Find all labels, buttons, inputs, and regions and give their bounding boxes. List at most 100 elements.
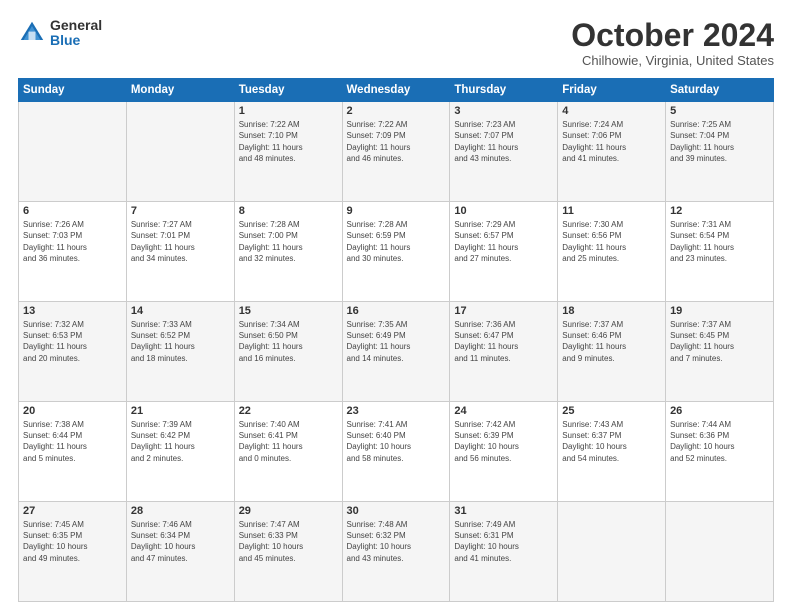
table-row: 28Sunrise: 7:46 AM Sunset: 6:34 PM Dayli…	[126, 502, 234, 602]
day-number: 18	[562, 305, 661, 317]
day-info: Sunrise: 7:28 AM Sunset: 7:00 PM Dayligh…	[239, 219, 338, 264]
table-row: 10 Sunrise: 7:29 AM Sunset: 6:57 PM Dayli…	[450, 202, 558, 302]
calendar-week-row: 6 Sunrise: 7:26 AM Sunset: 7:03 PM Daylig…	[19, 202, 774, 302]
day-number: 16	[347, 305, 446, 317]
col-thursday: Thursday	[450, 79, 558, 102]
table-row	[666, 502, 774, 602]
table-row: 17Sunrise: 7:36 AM Sunset: 6:47 PM Dayli…	[450, 302, 558, 402]
day-info: Sunrise: 7:22 AM Sunset: 7:10 PM Dayligh…	[239, 119, 338, 164]
day-info: Sunrise: 7:44 AM Sunset: 6:36 PM Dayligh…	[670, 419, 769, 464]
table-row: 8 Sunrise: 7:28 AM Sunset: 7:00 PM Daylig…	[234, 202, 342, 302]
day-info: Sunrise: 7:37 AM Sunset: 6:45 PM Dayligh…	[670, 319, 769, 364]
table-row: 11 Sunrise: 7:30 AM Sunset: 6:56 PM Dayli…	[558, 202, 666, 302]
day-number: 24	[454, 405, 553, 417]
day-info: Sunrise: 7:25 AM Sunset: 7:04 PM Dayligh…	[670, 119, 769, 164]
table-row: 16 Sunrise: 7:35 AM Sunset: 6:49 PM Dayli…	[342, 302, 450, 402]
logo-blue-text: Blue	[50, 33, 102, 48]
location: Chilhowie, Virginia, United States	[571, 53, 774, 68]
table-row: 27 Sunrise: 7:45 AM Sunset: 6:35 PM Dayli…	[19, 502, 127, 602]
day-info: Sunrise: 7:36 AM Sunset: 6:47 PM Dayligh…	[454, 319, 553, 364]
day-info: Sunrise: 7:23 AM Sunset: 7:07 PM Dayligh…	[454, 119, 553, 164]
col-monday: Monday	[126, 79, 234, 102]
day-number: 27	[23, 505, 122, 517]
day-info: Sunrise: 7:29 AM Sunset: 6:57 PM Dayligh…	[454, 219, 553, 264]
calendar-header-row: Sunday Monday Tuesday Wednesday Thursday…	[19, 79, 774, 102]
day-number: 9	[347, 205, 446, 217]
day-info: Sunrise: 7:32 AM Sunset: 6:53 PM Dayligh…	[23, 319, 122, 364]
day-number: 28	[131, 505, 230, 517]
day-info: Sunrise: 7:31 AM Sunset: 6:54 PM Dayligh…	[670, 219, 769, 264]
table-row: 22Sunrise: 7:40 AM Sunset: 6:41 PM Dayli…	[234, 402, 342, 502]
col-tuesday: Tuesday	[234, 79, 342, 102]
day-number: 10	[454, 205, 553, 217]
header: General Blue October 2024 Chilhowie, Vir…	[18, 18, 774, 68]
table-row: 26 Sunrise: 7:44 AM Sunset: 6:36 PM Dayli…	[666, 402, 774, 502]
day-number: 22	[239, 405, 338, 417]
day-number: 30	[347, 505, 446, 517]
table-row	[558, 502, 666, 602]
day-info: Sunrise: 7:37 AM Sunset: 6:46 PM Dayligh…	[562, 319, 661, 364]
day-number: 14	[131, 305, 230, 317]
title-block: October 2024 Chilhowie, Virginia, United…	[571, 18, 774, 68]
table-row: 20 Sunrise: 7:38 AM Sunset: 6:44 PM Dayli…	[19, 402, 127, 502]
table-row: 3Sunrise: 7:23 AM Sunset: 7:07 PM Daylig…	[450, 102, 558, 202]
table-row: 13 Sunrise: 7:32 AM Sunset: 6:53 PM Dayli…	[19, 302, 127, 402]
day-info: Sunrise: 7:45 AM Sunset: 6:35 PM Dayligh…	[23, 519, 122, 564]
table-row: 1 Sunrise: 7:22 AM Sunset: 7:10 PM Daylig…	[234, 102, 342, 202]
table-row: 14Sunrise: 7:33 AM Sunset: 6:52 PM Dayli…	[126, 302, 234, 402]
table-row: 2Sunrise: 7:22 AM Sunset: 7:09 PM Daylig…	[342, 102, 450, 202]
logo-general-text: General	[50, 18, 102, 33]
table-row: 4Sunrise: 7:24 AM Sunset: 7:06 PM Daylig…	[558, 102, 666, 202]
table-row	[126, 102, 234, 202]
day-info: Sunrise: 7:26 AM Sunset: 7:03 PM Dayligh…	[23, 219, 122, 264]
col-friday: Friday	[558, 79, 666, 102]
day-number: 4	[562, 105, 661, 117]
table-row: 25 Sunrise: 7:43 AM Sunset: 6:37 PM Dayli…	[558, 402, 666, 502]
day-number: 1	[239, 105, 338, 117]
day-info: Sunrise: 7:28 AM Sunset: 6:59 PM Dayligh…	[347, 219, 446, 264]
day-info: Sunrise: 7:38 AM Sunset: 6:44 PM Dayligh…	[23, 419, 122, 464]
table-row: 29Sunrise: 7:47 AM Sunset: 6:33 PM Dayli…	[234, 502, 342, 602]
day-number: 21	[131, 405, 230, 417]
table-row: 18 Sunrise: 7:37 AM Sunset: 6:46 PM Dayli…	[558, 302, 666, 402]
table-row: 12Sunrise: 7:31 AM Sunset: 6:54 PM Dayli…	[666, 202, 774, 302]
day-info: Sunrise: 7:49 AM Sunset: 6:31 PM Dayligh…	[454, 519, 553, 564]
day-info: Sunrise: 7:34 AM Sunset: 6:50 PM Dayligh…	[239, 319, 338, 364]
day-info: Sunrise: 7:30 AM Sunset: 6:56 PM Dayligh…	[562, 219, 661, 264]
col-saturday: Saturday	[666, 79, 774, 102]
logo-icon	[18, 19, 46, 47]
table-row	[19, 102, 127, 202]
table-row: 9 Sunrise: 7:28 AM Sunset: 6:59 PM Daylig…	[342, 202, 450, 302]
day-number: 25	[562, 405, 661, 417]
day-number: 8	[239, 205, 338, 217]
day-number: 6	[23, 205, 122, 217]
calendar-table: Sunday Monday Tuesday Wednesday Thursday…	[18, 78, 774, 602]
day-number: 2	[347, 105, 446, 117]
table-row: 31Sunrise: 7:49 AM Sunset: 6:31 PM Dayli…	[450, 502, 558, 602]
month-title: October 2024	[571, 18, 774, 53]
day-info: Sunrise: 7:35 AM Sunset: 6:49 PM Dayligh…	[347, 319, 446, 364]
calendar-week-row: 27 Sunrise: 7:45 AM Sunset: 6:35 PM Dayli…	[19, 502, 774, 602]
day-info: Sunrise: 7:43 AM Sunset: 6:37 PM Dayligh…	[562, 419, 661, 464]
day-number: 20	[23, 405, 122, 417]
day-number: 7	[131, 205, 230, 217]
day-number: 29	[239, 505, 338, 517]
day-number: 19	[670, 305, 769, 317]
table-row: 30 Sunrise: 7:48 AM Sunset: 6:32 PM Dayli…	[342, 502, 450, 602]
day-number: 15	[239, 305, 338, 317]
logo: General Blue	[18, 18, 102, 49]
page: General Blue October 2024 Chilhowie, Vir…	[0, 0, 792, 612]
day-info: Sunrise: 7:42 AM Sunset: 6:39 PM Dayligh…	[454, 419, 553, 464]
day-number: 23	[347, 405, 446, 417]
day-number: 26	[670, 405, 769, 417]
day-number: 11	[562, 205, 661, 217]
col-wednesday: Wednesday	[342, 79, 450, 102]
table-row: 15 Sunrise: 7:34 AM Sunset: 6:50 PM Dayli…	[234, 302, 342, 402]
table-row: 6 Sunrise: 7:26 AM Sunset: 7:03 PM Daylig…	[19, 202, 127, 302]
table-row: 24 Sunrise: 7:42 AM Sunset: 6:39 PM Dayli…	[450, 402, 558, 502]
day-number: 13	[23, 305, 122, 317]
calendar-week-row: 1 Sunrise: 7:22 AM Sunset: 7:10 PM Daylig…	[19, 102, 774, 202]
table-row: 23Sunrise: 7:41 AM Sunset: 6:40 PM Dayli…	[342, 402, 450, 502]
day-info: Sunrise: 7:48 AM Sunset: 6:32 PM Dayligh…	[347, 519, 446, 564]
table-row: 19 Sunrise: 7:37 AM Sunset: 6:45 PM Dayli…	[666, 302, 774, 402]
